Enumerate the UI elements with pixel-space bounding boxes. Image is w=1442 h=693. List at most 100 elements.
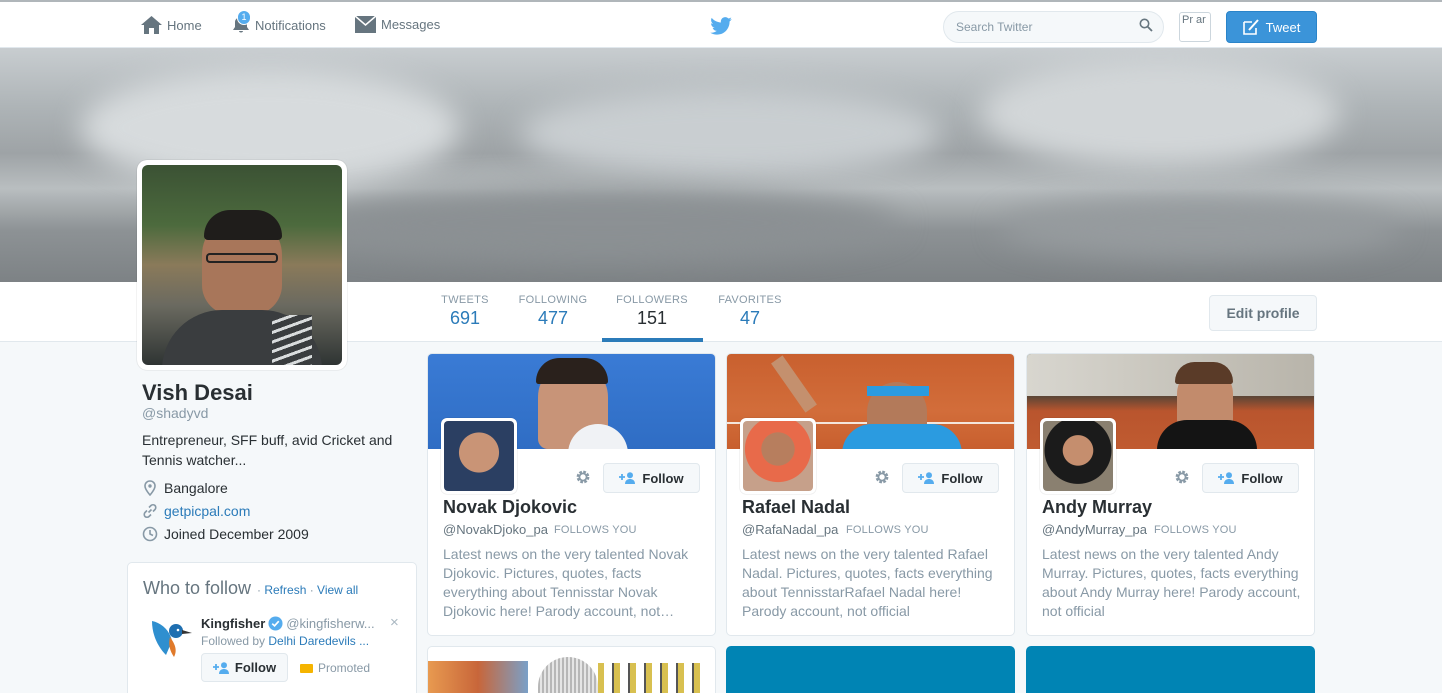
follow-button-label: Follow <box>941 470 983 486</box>
twitter-bird-icon[interactable] <box>710 17 732 40</box>
stat-favorites[interactable]: FAVORITES 47 <box>717 294 783 329</box>
separator: · <box>306 583 318 597</box>
suggestion-name[interactable]: Kingfisher @kingfisherw... <box>201 616 375 631</box>
card-avatar[interactable] <box>740 418 816 494</box>
follower-card-partial[interactable] <box>726 646 1015 693</box>
promoted-icon <box>300 663 313 673</box>
profile-avatar[interactable] <box>137 160 347 370</box>
profile-location: Bangalore <box>142 480 228 496</box>
stat-tweets-value: 691 <box>449 308 481 328</box>
card-banner-image <box>538 657 598 693</box>
stat-favorites-label: FAVORITES <box>718 294 782 306</box>
follow-button-label: Follow <box>1241 470 1283 486</box>
who-to-follow-title: Who to follow <box>143 578 252 598</box>
stat-tweets-label: TWEETS <box>441 294 489 306</box>
kingfisher-avatar[interactable] <box>144 611 192 664</box>
card-user-bio: Latest news on the very talented Novak D… <box>443 546 689 619</box>
card-avatar-photo <box>444 421 514 491</box>
follow-button[interactable]: Follow <box>902 463 999 493</box>
card-user-handle[interactable]: @RafaNadal_pa <box>742 522 838 537</box>
follower-card[interactable]: Follow Rafael Nadal @RafaNadal_pa FOLLOW… <box>726 353 1015 636</box>
suggestion-followed-by: Followed by Delhi Daredevils ... <box>201 634 369 648</box>
view-all-link[interactable]: View all <box>317 583 358 597</box>
nav-home[interactable]: Home <box>141 16 202 34</box>
follow-person-plus-icon <box>212 661 229 674</box>
who-to-follow-links: · Refresh · View all <box>257 583 358 597</box>
compose-quill-icon <box>1242 19 1259 35</box>
follower-card[interactable]: Follow Andy Murray @AndyMurray_pa FOLLOW… <box>1026 353 1315 636</box>
compose-tweet-button[interactable]: Tweet <box>1226 11 1317 43</box>
search-input[interactable] <box>943 11 1164 43</box>
stat-favorites-value: 47 <box>739 308 761 328</box>
card-user-handle[interactable]: @NovakDjoko_pa <box>443 522 548 537</box>
nav-notifications[interactable]: 1 Notifications <box>232 10 326 34</box>
card-user-name[interactable]: Andy Murray <box>1042 497 1152 518</box>
card-user-name[interactable]: Novak Djokovic <box>443 497 577 518</box>
follow-button[interactable]: Follow <box>603 463 700 493</box>
profile-joined: Joined December 2009 <box>142 526 309 542</box>
account-avatar-alt-text: Pr ar <box>1182 14 1206 26</box>
stat-following[interactable]: FOLLOWING 477 <box>518 294 588 329</box>
edit-profile-button[interactable]: Edit profile <box>1209 295 1317 331</box>
search-icon[interactable] <box>1139 18 1153 37</box>
suggestion-name-text: Kingfisher <box>201 616 266 631</box>
account-avatar[interactable]: Pr ar <box>1179 12 1211 42</box>
nav-notifications-label: Notifications <box>255 17 326 33</box>
profile-joined-text: Joined December 2009 <box>164 526 309 542</box>
verified-badge-icon <box>268 616 283 631</box>
follow-person-plus-icon <box>918 472 935 484</box>
compose-tweet-label: Tweet <box>1265 19 1301 35</box>
refresh-link[interactable]: Refresh <box>264 583 306 597</box>
card-user-name[interactable]: Rafael Nadal <box>742 497 850 518</box>
user-actions-gear-icon[interactable] <box>873 468 891 491</box>
followed-by-link[interactable]: Delhi Daredevils ... <box>268 634 369 648</box>
follow-button[interactable]: Follow <box>1202 463 1299 493</box>
nav-home-label: Home <box>167 17 202 33</box>
stat-followers[interactable]: FOLLOWERS 151 <box>616 294 688 329</box>
nav-messages-label: Messages <box>381 17 441 32</box>
profile-photo <box>142 165 342 365</box>
suggestion-handle: @kingfisherw... <box>286 616 375 631</box>
card-user-bio: Latest news on the very talented Rafael … <box>742 546 993 619</box>
profile-website[interactable]: getpicpal.com <box>142 503 250 519</box>
link-icon <box>143 503 157 519</box>
card-avatar-photo <box>1043 421 1113 491</box>
follow-person-plus-icon <box>1218 472 1235 484</box>
follows-you-badge: FOLLOWS YOU <box>846 524 929 536</box>
card-avatar-photo <box>743 421 813 491</box>
nav-messages[interactable]: Messages <box>355 16 440 33</box>
stat-followers-value: 151 <box>636 308 668 328</box>
card-banner-image <box>598 663 708 693</box>
active-tab-indicator <box>602 338 703 342</box>
follower-card[interactable]: Follow Novak Djokovic @NovakDjoko_pa FOL… <box>427 353 716 636</box>
user-actions-gear-icon[interactable] <box>574 468 592 491</box>
profile-bio: Entrepreneur, SFF buff, avid Cricket and… <box>142 432 393 468</box>
stat-tweets[interactable]: TWEETS 691 <box>441 294 489 329</box>
top-navigation-bar: Home 1 Notifications Messages Pr ar Twee… <box>0 0 1442 48</box>
promoted-badge: Promoted <box>300 661 370 675</box>
dismiss-suggestion-close-icon[interactable]: × <box>390 614 399 631</box>
user-actions-gear-icon[interactable] <box>1173 468 1191 491</box>
profile-handle[interactable]: @shadyvd <box>142 405 208 421</box>
stat-followers-label: FOLLOWERS <box>616 294 688 306</box>
stat-following-value: 477 <box>537 308 569 328</box>
follower-card-partial[interactable] <box>427 646 716 693</box>
card-user-handle[interactable]: @AndyMurray_pa <box>1042 522 1147 537</box>
card-banner-image <box>428 661 528 693</box>
profile-name: Vish Desai <box>142 380 253 405</box>
follows-you-badge: FOLLOWS YOU <box>1154 524 1237 536</box>
location-pin-icon <box>144 480 156 496</box>
home-icon <box>141 16 162 34</box>
follow-button-label: Follow <box>642 470 684 486</box>
follows-you-badge: FOLLOWS YOU <box>554 524 637 536</box>
card-avatar[interactable] <box>1040 418 1116 494</box>
calendar-clock-icon <box>142 526 158 542</box>
promoted-label: Promoted <box>318 661 371 675</box>
profile-website-link[interactable]: getpicpal.com <box>164 503 250 519</box>
notifications-count-badge: 1 <box>237 10 251 25</box>
suggestion-follow-button[interactable]: Follow <box>201 653 288 682</box>
follow-person-plus-icon <box>619 472 636 484</box>
card-avatar[interactable] <box>441 418 517 494</box>
follower-card-partial[interactable] <box>1026 646 1315 693</box>
card-user-bio: Latest news on the very talented Andy Mu… <box>1042 546 1301 619</box>
